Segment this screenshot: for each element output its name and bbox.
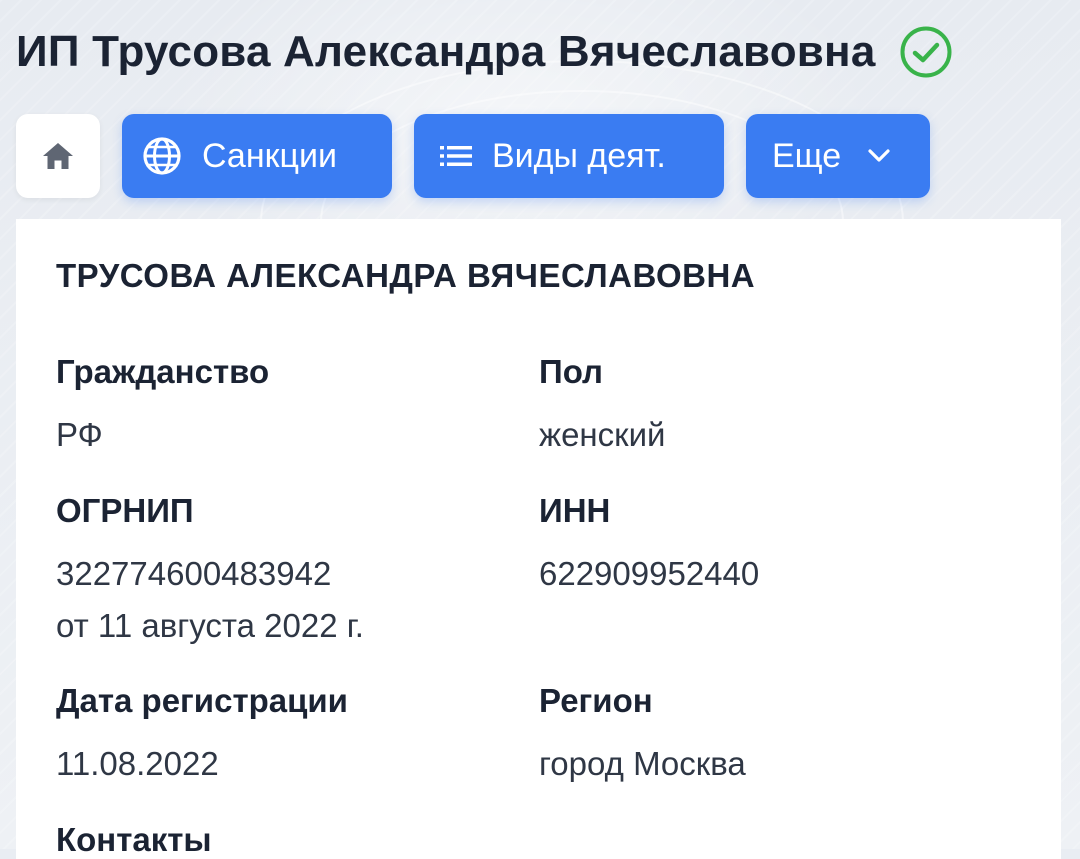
sanctions-button[interactable]: Санкции: [122, 114, 392, 198]
region-value: город Москва: [539, 745, 746, 782]
globe-icon: [143, 137, 181, 175]
citizenship-value: РФ: [56, 416, 103, 453]
home-icon: [43, 143, 73, 169]
nav-bar: Санкции Виды деят. Еще: [16, 114, 930, 198]
activities-button[interactable]: Виды деят.: [414, 114, 724, 198]
region-label: Регион: [539, 682, 653, 719]
entrepreneur-info-card: ТРУСОВА АЛЕКСАНДРА ВЯЧЕСЛАВОВНА Гражданс…: [16, 219, 1061, 859]
registration-date-label: Дата регистрации: [56, 682, 348, 719]
registration-date-value: 11.08.2022: [56, 745, 219, 782]
gender-label: Пол: [539, 353, 604, 390]
chevron-down-icon: [868, 149, 890, 162]
sanctions-button-label: Санкции: [202, 136, 337, 175]
page-header: ИП Трусова Александра Вячеславовна: [16, 26, 952, 78]
inn-value: 622909952440: [539, 555, 760, 592]
ogrnip-date: от 11 августа 2022 г.: [56, 607, 364, 644]
owner-full-name: ТРУСОВА АЛЕКСАНДРА ВЯЧЕСЛАВОВНА: [56, 257, 756, 294]
contacts-label: Контакты: [56, 821, 212, 858]
home-button[interactable]: [16, 114, 100, 198]
ogrnip-label: ОГРНИП: [56, 492, 194, 529]
activities-button-label: Виды деят.: [492, 136, 666, 175]
more-button[interactable]: Еще: [746, 114, 930, 198]
ogrnip-value: 322774600483942: [56, 555, 332, 592]
inn-label: ИНН: [539, 492, 611, 529]
citizenship-label: Гражданство: [56, 353, 270, 390]
page-title: ИП Трусова Александра Вячеславовна: [16, 27, 876, 76]
check-circle-icon: [900, 26, 951, 78]
list-icon: [440, 146, 472, 166]
more-button-label: Еще: [772, 136, 842, 175]
gender-value: женский: [539, 416, 666, 453]
